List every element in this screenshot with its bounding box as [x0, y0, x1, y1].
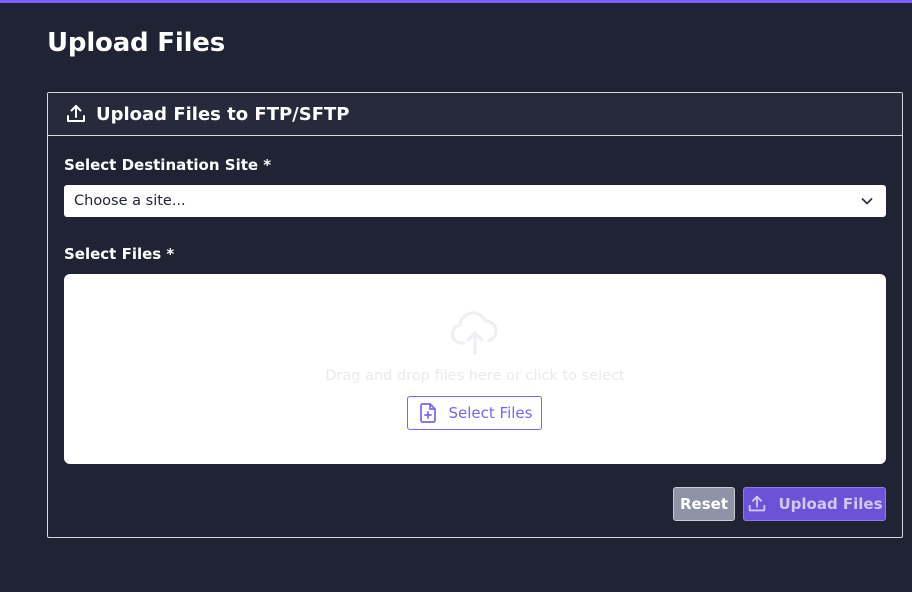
upload-card: Upload Files to FTP/SFTP Select Destinat…	[47, 92, 903, 538]
upload-icon	[746, 493, 768, 515]
page-title: Upload Files	[47, 28, 226, 58]
site-label: Select Destination Site *	[64, 156, 272, 174]
card-title: Upload Files to FTP/SFTP	[96, 103, 350, 125]
top-accent-bar	[0, 0, 912, 3]
upload-files-button[interactable]: Upload Files	[743, 487, 886, 521]
file-plus-icon	[417, 402, 439, 424]
reset-button[interactable]: Reset	[673, 487, 735, 521]
site-select[interactable]: Choose a site...	[64, 185, 886, 217]
card-header: Upload Files to FTP/SFTP	[48, 93, 902, 136]
cloud-upload-icon	[449, 309, 501, 357]
dropzone-instructions: Drag and drop files here or click to sel…	[325, 368, 625, 384]
upload-icon	[64, 102, 88, 126]
site-select-value: Choose a site...	[74, 193, 186, 209]
files-label: Select Files *	[64, 245, 175, 263]
chevron-down-icon	[860, 194, 874, 208]
upload-files-label: Upload Files	[778, 495, 883, 513]
select-files-label: Select Files	[448, 404, 533, 422]
select-files-button[interactable]: Select Files	[407, 396, 542, 430]
file-dropzone[interactable]: Drag and drop files here or click to sel…	[64, 274, 886, 464]
